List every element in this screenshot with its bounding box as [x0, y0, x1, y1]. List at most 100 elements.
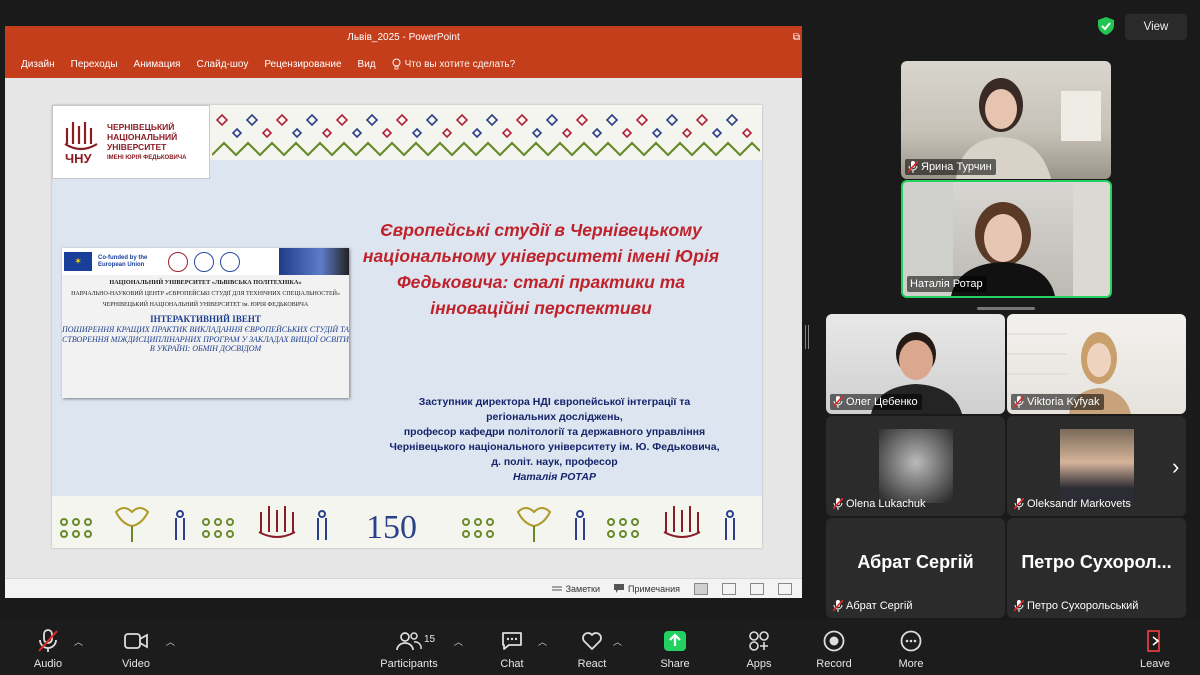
chat-label: Chat: [500, 658, 524, 670]
ppt-window-title: Львів_2025 - PowerPoint: [347, 32, 460, 43]
speaker-line-2: регіональних досліджень,: [486, 411, 623, 423]
apps-label: Apps: [746, 658, 772, 670]
record-icon: [823, 630, 845, 652]
tell-me-placeholder: Что вы хотите сделать?: [404, 58, 516, 70]
comment-icon: [614, 584, 625, 593]
video-camera-icon: [124, 633, 148, 649]
video-tile[interactable]: Петро Сухорол... Петро Сухорольський: [1007, 518, 1186, 618]
slideshow-button[interactable]: [778, 582, 792, 595]
speaker-info: Заступник директора НДІ європейської інт…: [352, 395, 757, 485]
video-options-chevron-icon[interactable]: ︿: [166, 635, 175, 648]
eu-flag-icon: ✶: [64, 252, 92, 271]
participant-display-name: Петро Сухорол...: [1021, 552, 1172, 572]
security-shield-icon[interactable]: [1098, 17, 1114, 35]
poster-header: ✶ Co-funded by the European Union: [62, 248, 349, 275]
tab-view[interactable]: Вид: [358, 59, 376, 70]
tab-transitions[interactable]: Переходы: [71, 59, 118, 70]
record-button[interactable]: Record: [812, 628, 856, 670]
video-tile-active-speaker[interactable]: Наталія Ротар: [901, 180, 1112, 298]
ppt-statusbar: Заметки Примечания: [5, 578, 802, 598]
reading-view-button[interactable]: [750, 582, 764, 595]
speaker-line-1: Заступник директора НДІ європейської інт…: [418, 396, 691, 408]
slide-sorter-button[interactable]: [722, 582, 736, 595]
video-tile[interactable]: Абрат Сергій Абрат Сергій: [826, 518, 1005, 618]
video-tile[interactable]: Олег Цебенко: [826, 314, 1005, 414]
logo-line-2: НАЦІОНАЛЬНИЙ: [107, 132, 178, 142]
comments-button[interactable]: Примечания: [614, 584, 680, 594]
poster-event-desc: ПОШИРЕННЯ КРАЩИХ ПРАКТИК ВИКЛАДАННЯ ЄВРО…: [62, 325, 349, 353]
video-tile[interactable]: Viktoria Kyfyak: [1007, 314, 1186, 414]
restore-window-icon[interactable]: ⧉: [793, 26, 800, 50]
video-tile[interactable]: Ярина Турчин: [901, 61, 1111, 179]
avatar: [1060, 429, 1134, 503]
video-button[interactable]: Video: [116, 628, 156, 670]
react-label: React: [577, 658, 607, 670]
video-tile[interactable]: Olena Lukachuk: [826, 416, 1005, 516]
share-screen-icon: [664, 631, 686, 651]
tab-review[interactable]: Рецензирование: [264, 59, 341, 70]
react-options-chevron-icon[interactable]: ︿: [613, 635, 622, 648]
panel-splitter[interactable]: [805, 325, 809, 349]
ppt-titlebar: Львів_2025 - PowerPoint ⧉: [5, 26, 802, 50]
chat-options-chevron-icon[interactable]: ︿: [538, 635, 547, 648]
audio-options-chevron-icon[interactable]: ︿: [74, 635, 83, 648]
mic-muted-icon: [1014, 396, 1024, 408]
poster-body: НАЦІОНАЛЬНИЙ УНІВЕРСИТЕТ «ЛЬВІВСЬКА ПОЛІ…: [62, 275, 349, 354]
speaker-name: Наталія РОТАР: [512, 471, 597, 483]
participants-count: 15: [424, 634, 436, 645]
logo-line-3: УНІВЕРСИТЕТ: [107, 142, 167, 152]
mic-muted-icon: [833, 600, 843, 612]
avatar: [879, 429, 953, 503]
apps-icon: [749, 631, 769, 651]
tab-slideshow[interactable]: Слайд-шоу: [196, 59, 248, 70]
normal-view-button[interactable]: [694, 582, 708, 595]
participants-icon: [396, 632, 422, 651]
chat-button[interactable]: Chat: [493, 628, 531, 670]
gallery-next-page-icon[interactable]: ›: [1172, 454, 1179, 480]
participants-label: Participants: [380, 658, 438, 670]
shared-screen-powerpoint: Львів_2025 - PowerPoint ⧉ Дизайн Переход…: [5, 26, 802, 598]
participant-name: Olena Lukachuk: [846, 498, 926, 510]
participant-name-tag: Viktoria Kyfyak: [1011, 394, 1104, 410]
tell-me-box[interactable]: Что вы хотите сделать?: [392, 58, 516, 70]
participant-name: Петро Сухорольський: [1027, 600, 1139, 612]
slide: ЧНУ ЧЕРНІВЕЦЬКИЙ НАЦІОНАЛЬНИЙ УНІВЕРСИТЕ…: [52, 105, 762, 548]
react-button[interactable]: React: [572, 628, 612, 670]
leave-button[interactable]: Leave: [1136, 628, 1174, 670]
leave-label: Leave: [1140, 658, 1170, 670]
slide-title: Європейські студії в Чернівецькому націо…: [362, 220, 720, 318]
participant-name: Абрат Сергій: [846, 600, 913, 612]
speaker-line-5: д. політ. наук, професор: [491, 456, 618, 468]
record-label: Record: [816, 658, 852, 670]
cofunded-text: Co-funded by the European Union: [98, 254, 148, 268]
apps-button[interactable]: Apps: [739, 628, 779, 670]
ornament-top: [212, 113, 760, 157]
share-button[interactable]: Share: [654, 628, 696, 670]
ornament-150-text: 150: [366, 509, 417, 546]
tab-animation[interactable]: Анимация: [134, 59, 181, 70]
participant-display-name: Абрат Сергій: [857, 552, 974, 572]
participant-name-tag: Олег Цебенко: [830, 394, 922, 410]
participant-name: Ярина Турчин: [921, 161, 992, 173]
audio-button[interactable]: Audio: [28, 628, 68, 670]
gallery-resize-handle[interactable]: [977, 307, 1035, 310]
mic-muted-icon: [908, 161, 918, 173]
ppt-ribbon-tabs: Дизайн Переходы Анимация Слайд-шоу Рецен…: [5, 50, 802, 78]
more-button[interactable]: More: [891, 628, 931, 670]
chnu-logo-mark: ЧНУ: [64, 122, 98, 166]
tab-design[interactable]: Дизайн: [21, 59, 55, 70]
share-label: Share: [660, 658, 690, 670]
chnu-mark-text: ЧНУ: [65, 151, 93, 166]
video-tile[interactable]: Oleksandr Markovets: [1007, 416, 1186, 516]
notes-button[interactable]: Заметки: [551, 583, 601, 594]
notes-label: Заметки: [565, 583, 601, 594]
university-emblem-icon: [220, 251, 240, 272]
participants-options-chevron-icon[interactable]: ︿: [454, 635, 463, 648]
participant-name: Oleksandr Markovets: [1027, 498, 1131, 510]
more-options-icon: [900, 630, 922, 652]
logo-line-1: ЧЕРНІВЕЦЬКИЙ: [107, 122, 175, 132]
view-button[interactable]: View: [1125, 14, 1187, 40]
audio-label: Audio: [33, 658, 63, 670]
university-name: ЧЕРНІВЕЦЬКИЙ НАЦІОНАЛЬНИЙ УНІВЕРСИТЕТ ІМ…: [107, 122, 186, 162]
poster-event-title: ІНТЕРАКТИВНИЙ ІВЕНТ: [150, 314, 261, 324]
